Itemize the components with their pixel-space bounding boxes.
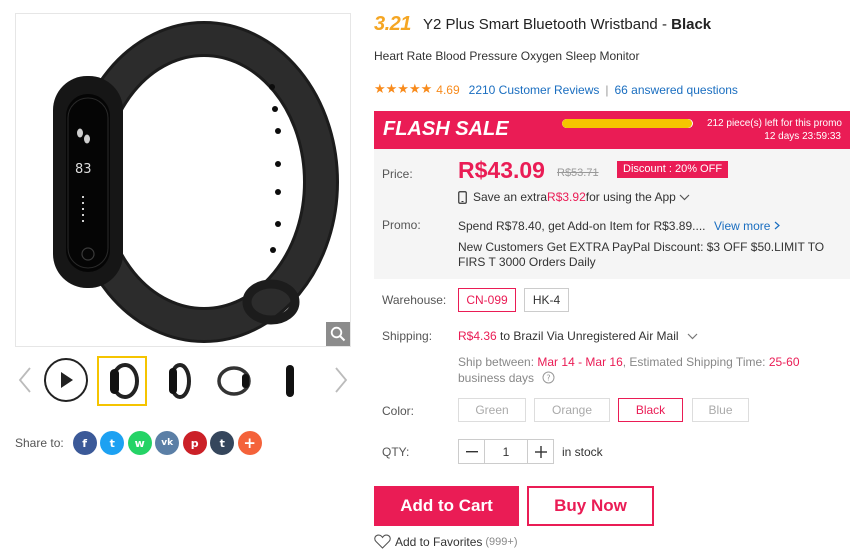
stock-status: in stock — [562, 445, 603, 459]
shipping-label: Shipping: — [382, 329, 433, 343]
thumb-next-arrow[interactable] — [331, 363, 351, 397]
vk-icon[interactable]: vk — [155, 431, 180, 455]
zoom-button[interactable] — [326, 322, 350, 346]
help-icon[interactable]: ? — [542, 371, 555, 384]
thumbnail-4[interactable] — [265, 356, 315, 406]
buy-now-button[interactable]: Buy Now — [527, 486, 654, 526]
app-savings-prefix: Save an extra — [473, 190, 548, 204]
pinterest-icon[interactable]: p — [182, 431, 207, 455]
magnifier-icon — [330, 326, 346, 342]
shipping-method-text: to Brazil Via Unregistered Air Mail — [496, 329, 679, 343]
rating-row: ★★★★★ 4.69 2210 Customer Reviews | 66 an… — [374, 82, 738, 97]
warehouse-option-cn099[interactable]: CN-099 — [458, 288, 516, 312]
flash-sale-title: FLASH SALE — [383, 118, 509, 140]
app-savings-amount: R$3.92 — [547, 190, 586, 204]
add-to-favorites[interactable]: Add to Favorites (999+) — [374, 534, 517, 549]
thumbnail-1[interactable] — [97, 356, 147, 406]
share-bar: Share to: f t w vk p t + — [15, 430, 265, 456]
current-price: R$43.09 — [458, 157, 545, 183]
play-icon — [61, 372, 73, 388]
favorites-label: Add to Favorites — [395, 534, 483, 549]
plus-icon — [534, 445, 547, 458]
qty-decrease-button[interactable] — [459, 440, 484, 463]
thumbnail-image — [110, 363, 139, 399]
share-label: Share to: — [15, 436, 64, 450]
separator: | — [605, 82, 609, 97]
wristband-image: 83 — [53, 21, 339, 343]
view-more-link[interactable]: View more — [714, 219, 780, 233]
color-option-black[interactable]: Black — [618, 398, 683, 422]
more-share-icon[interactable]: + — [237, 431, 262, 455]
price-label: Price: — [382, 167, 413, 181]
chevron-down-icon — [679, 194, 690, 200]
warehouse-option-hk4[interactable]: HK-4 — [524, 288, 569, 312]
promo-paypal-text: New Customers Get EXTRA PayPal Discount:… — [458, 240, 825, 269]
qty-increase-button[interactable] — [528, 440, 553, 463]
discount-badge: Discount : 20% OFF — [617, 161, 729, 178]
thumbnail-image — [286, 365, 294, 397]
thumbnail-3[interactable] — [209, 356, 259, 406]
chevron-right-icon — [335, 367, 348, 393]
svg-text:83: 83 — [75, 162, 92, 177]
thumbnail-image — [169, 363, 191, 399]
title-row: 3.21 Y2 Plus Smart Bluetooth Wristband -… — [374, 12, 711, 36]
product-title: Y2 Plus Smart Bluetooth Wristband - Blac… — [422, 15, 712, 33]
thumbnail-image — [217, 366, 251, 396]
facebook-icon[interactable]: f — [72, 431, 97, 455]
qty-input[interactable] — [484, 440, 528, 463]
shipping-method[interactable]: R$4.36 to Brazil Via Unregistered Air Ma… — [458, 329, 698, 343]
thumb-prev-arrow[interactable] — [15, 363, 35, 397]
tumblr-icon[interactable]: t — [210, 431, 235, 455]
quantity-stepper — [458, 439, 554, 464]
app-savings[interactable]: Save an extra R$3.92 for using the App — [458, 190, 690, 204]
whatsapp-icon[interactable]: w — [127, 431, 152, 455]
chevron-down-icon — [687, 333, 698, 340]
countdown-timer: 12 days 23:59:33 — [764, 131, 841, 142]
promo-addon-text: Spend R$78.40, get Add-on Item for R$3.8… — [458, 219, 706, 233]
color-option-blue[interactable]: Blue — [692, 398, 749, 422]
warehouse-label: Warehouse: — [382, 293, 447, 307]
price-box: Price: R$43.09 R$53.71 Discount : 20% OF… — [374, 149, 850, 279]
shipping-estimate: Ship between: Mar 14 - Mar 16, Estimated… — [458, 355, 800, 385]
thumbnail-2[interactable] — [153, 356, 203, 406]
favorites-count: (999+) — [485, 535, 518, 548]
main-product-image[interactable]: 83 — [15, 13, 351, 347]
original-price: R$53.71 — [557, 167, 599, 179]
phone-icon — [458, 190, 467, 204]
color-option-orange[interactable]: Orange — [534, 398, 610, 422]
chevron-left-icon — [18, 367, 31, 393]
flash-sale-banner: FLASH SALE 212 piece(s) left for this pr… — [374, 111, 850, 149]
promo-badge: 3.21 — [374, 12, 411, 35]
color-option-green[interactable]: Green — [458, 398, 526, 422]
app-savings-suffix: for using the App — [585, 190, 676, 204]
video-play-button[interactable] — [44, 358, 88, 402]
pieces-left: 212 piece(s) left for this promo — [706, 118, 842, 129]
svg-text:?: ? — [547, 374, 551, 383]
product-subtitle: Heart Rate Blood Pressure Oxygen Sleep M… — [374, 49, 640, 63]
questions-link[interactable]: 66 answered questions — [615, 83, 738, 97]
heart-icon — [374, 534, 391, 549]
rating-stars: ★★★★★ — [374, 82, 433, 97]
flash-sale-progress — [562, 119, 693, 128]
reviews-link[interactable]: 2210 Customer Reviews — [469, 83, 600, 97]
color-label: Color: — [382, 404, 415, 418]
thumbnail-strip — [15, 355, 351, 406]
flash-sale-progress-fill — [562, 119, 692, 128]
twitter-icon[interactable]: t — [100, 431, 125, 455]
promo-label: Promo: — [382, 218, 421, 232]
add-to-cart-button[interactable]: Add to Cart — [374, 486, 519, 526]
rating-value: 4.69 — [436, 82, 460, 97]
shipping-cost: R$4.36 — [458, 329, 497, 343]
qty-label: QTY: — [382, 445, 410, 459]
chevron-right-icon — [774, 221, 780, 230]
minus-icon — [465, 450, 478, 452]
